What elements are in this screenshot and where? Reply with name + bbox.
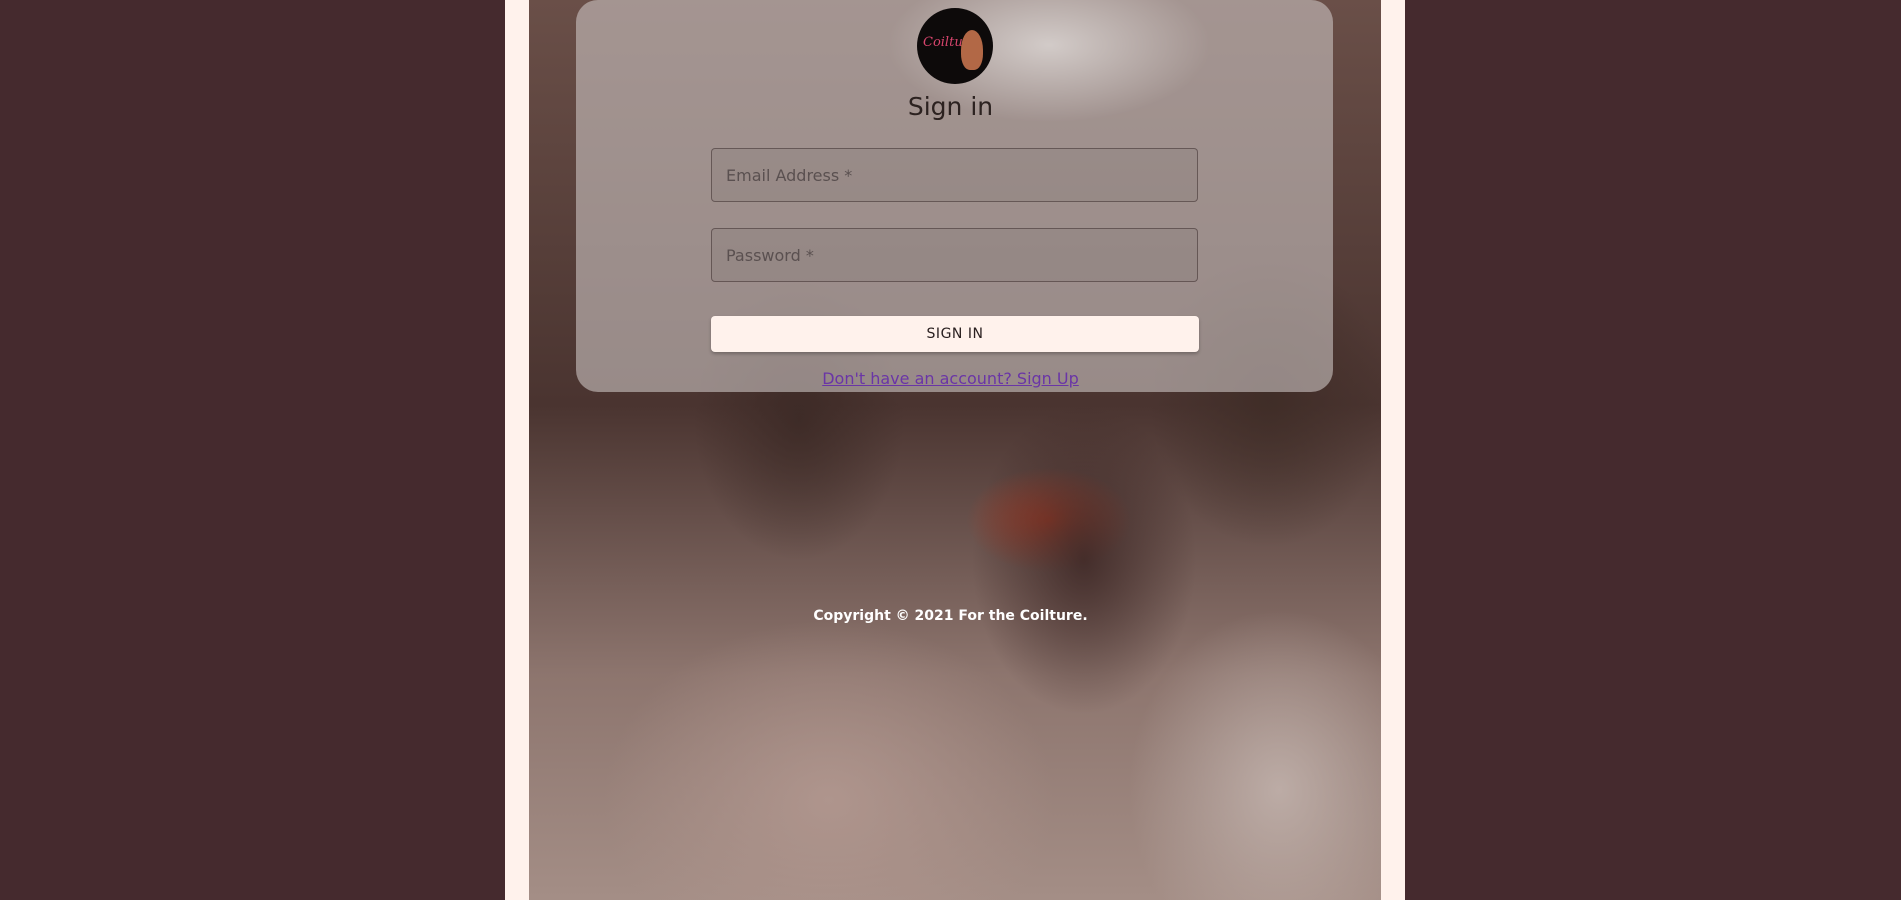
copyright-text: Copyright © 2021 For the Coilture.: [813, 608, 1088, 624]
logo-figure-icon: [961, 30, 983, 70]
email-input[interactable]: [712, 149, 1197, 201]
page-title: Sign in: [907, 92, 994, 121]
signin-button[interactable]: SIGN IN: [711, 316, 1199, 352]
signup-link[interactable]: Don't have an account? Sign Up: [822, 369, 1079, 388]
password-field[interactable]: [711, 228, 1198, 282]
coilture-logo: Coilture: [917, 8, 993, 84]
signup-link-container: Don't have an account? Sign Up: [0, 369, 1901, 388]
password-input[interactable]: [712, 229, 1197, 281]
email-field[interactable]: [711, 148, 1198, 202]
